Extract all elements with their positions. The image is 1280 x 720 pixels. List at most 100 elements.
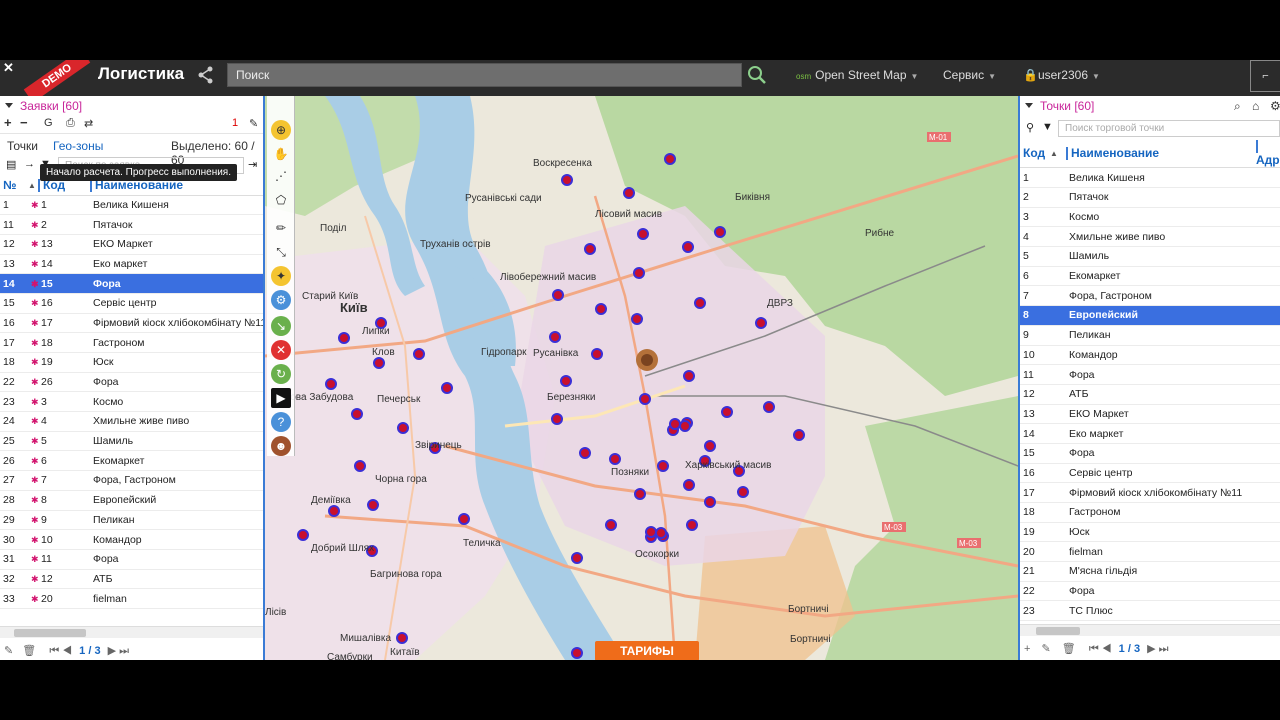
magic-wand-icon[interactable]: ✦	[271, 266, 291, 286]
delivery-point-marker[interactable]	[609, 453, 621, 465]
trash-icon[interactable]: 🗑	[1062, 643, 1076, 655]
delivery-point-marker[interactable]	[669, 418, 681, 430]
delivery-point-marker[interactable]	[694, 297, 706, 309]
table-row[interactable]: 32 ✱ 12 АТБ	[0, 569, 263, 590]
service-menu[interactable]: Сервис ▼	[943, 68, 996, 82]
table-row[interactable]: 33 ✱ 20 fielman	[0, 588, 263, 609]
table-row[interactable]: 26 ✱ 6 Екомаркет	[0, 450, 263, 472]
sort-icon[interactable]: ▲	[1050, 139, 1066, 169]
table-row[interactable]: 24 ✱ 4 Хмильне живе пиво	[0, 411, 263, 432]
points-hscrollbar[interactable]	[1020, 624, 1280, 636]
delivery-point-marker[interactable]	[367, 499, 379, 511]
table-row[interactable]: 23 ✱ 3 Космо	[0, 391, 263, 413]
delivery-point-marker[interactable]	[737, 486, 749, 498]
delivery-point-marker[interactable]	[704, 496, 716, 508]
delivery-point-marker[interactable]	[637, 228, 649, 240]
delivery-point-marker[interactable]	[631, 313, 643, 325]
col-address[interactable]: Адр	[1256, 139, 1280, 169]
delivery-point-marker[interactable]	[714, 226, 726, 238]
pin-icon[interactable]: ⚲	[1026, 121, 1034, 134]
delivery-point-marker[interactable]	[561, 174, 573, 186]
delivery-point-marker[interactable]	[396, 632, 408, 644]
table-row[interactable]: 15 Фора	[1020, 443, 1280, 464]
table-row[interactable]: 25 ✱ 5 Шамиль	[0, 431, 263, 452]
add-icon[interactable]: +	[1024, 643, 1030, 655]
geocode-button[interactable]: G	[44, 117, 53, 129]
edit-icon[interactable]: ✎	[4, 645, 13, 657]
settings-icon[interactable]: ⚙	[1270, 96, 1280, 116]
tariffs-button[interactable]: ТАРИФЫ	[595, 641, 699, 660]
table-row[interactable]: 17 Фірмовий кіоск хлібокомбінату №11	[1020, 482, 1280, 504]
table-row[interactable]: 1 Велика Кишеня	[1020, 167, 1280, 189]
delivery-point-marker[interactable]	[655, 527, 667, 539]
map-canvas[interactable]: Воскресенка Русанівські сади Лісовий масив…	[265, 96, 1018, 660]
close-icon[interactable]: ✕	[3, 60, 14, 76]
trash-icon[interactable]: 🗑	[22, 645, 36, 657]
delivery-point-marker[interactable]	[793, 429, 805, 441]
add-icon[interactable]: +	[4, 115, 12, 130]
table-row[interactable]: 22 ✱ 26 Фора	[0, 372, 263, 393]
delivery-point-marker[interactable]	[413, 348, 425, 360]
help-icon[interactable]: ?	[271, 412, 291, 432]
map-source-menu[interactable]: osm Open Street Map ▼	[796, 68, 918, 82]
delivery-point-marker[interactable]	[679, 420, 691, 432]
delivery-point-marker[interactable]	[591, 348, 603, 360]
filter-icon[interactable]: ▼	[1042, 121, 1053, 133]
delivery-point-marker[interactable]	[763, 401, 775, 413]
delivery-point-marker[interactable]	[397, 422, 409, 434]
next-page-icon[interactable]: ▶	[1147, 643, 1155, 655]
delivery-point-marker[interactable]	[441, 382, 453, 394]
swap-icon[interactable]: ⇄	[84, 117, 93, 130]
table-row[interactable]: 7 Фора, Гастроном	[1020, 285, 1280, 307]
table-row[interactable]: 18 Гастроном	[1020, 502, 1280, 523]
sort-icon[interactable]: ▲	[28, 176, 38, 196]
table-row[interactable]: 2 Пятачок	[1020, 187, 1280, 208]
table-row[interactable]: 29 ✱ 9 Пеликан	[0, 510, 263, 531]
table-row[interactable]: 14 ✱ 15 Фора	[0, 273, 263, 294]
delivery-point-marker[interactable]	[354, 460, 366, 472]
delivery-point-marker[interactable]	[683, 479, 695, 491]
chevron-down-icon[interactable]	[1025, 103, 1033, 108]
home-icon[interactable]: ⌂	[1252, 96, 1259, 116]
delivery-point-marker[interactable]	[571, 552, 583, 564]
table-row[interactable]: 15 ✱ 16 Сервіс центр	[0, 293, 263, 314]
delivery-point-marker[interactable]	[297, 529, 309, 541]
delivery-point-marker[interactable]	[458, 513, 470, 525]
user-menu[interactable]: 🔒user2306 ▼	[1023, 68, 1100, 82]
delivery-point-marker[interactable]	[664, 153, 676, 165]
delivery-point-marker[interactable]	[560, 375, 572, 387]
delivery-point-marker[interactable]	[634, 488, 646, 500]
prev-page-icon[interactable]: ◀	[62, 645, 72, 657]
table-row[interactable]: 1 ✱ 1 Велика Кишеня	[0, 195, 263, 216]
chevron-down-icon[interactable]	[5, 103, 13, 108]
pencil-icon[interactable]: ✏	[271, 218, 291, 238]
prev-page-icon[interactable]: ◀	[1102, 643, 1112, 655]
table-row[interactable]: 16 ✱ 17 Фірмовий кіоск хлібокомбінату №11	[0, 313, 263, 334]
delivery-point-marker[interactable]	[328, 505, 340, 517]
table-row[interactable]: 17 ✱ 18 Гастроном	[0, 332, 263, 353]
points-icon[interactable]: ⋰	[271, 166, 291, 186]
col-code[interactable]: Код	[1020, 139, 1050, 169]
optimize-icon[interactable]: ↘	[271, 316, 291, 336]
refresh-icon[interactable]: ↻	[271, 364, 291, 384]
table-row[interactable]: 10 Командор	[1020, 345, 1280, 366]
points-search-input[interactable]: Поиск торговой точки	[1058, 120, 1280, 137]
delivery-point-marker[interactable]	[682, 241, 694, 253]
arrow-right-icon[interactable]: →	[24, 158, 35, 170]
first-page-icon[interactable]: ⏮	[49, 645, 59, 657]
scroll-thumb[interactable]	[1036, 627, 1080, 635]
table-row[interactable]: 27 ✱ 7 Фора, Гастроном	[0, 470, 263, 491]
last-page-icon[interactable]: ⏭	[1159, 643, 1169, 655]
delivery-point-marker[interactable]	[325, 378, 337, 390]
delivery-point-marker[interactable]	[721, 406, 733, 418]
delivery-point-marker[interactable]	[552, 289, 564, 301]
measure-icon[interactable]: ⤡	[271, 242, 291, 262]
table-row[interactable]: 19 Юск	[1020, 522, 1280, 543]
tab-geozones[interactable]: Гео-зоны	[53, 139, 103, 153]
delivery-point-marker[interactable]	[645, 526, 657, 538]
share-icon[interactable]	[197, 65, 217, 85]
table-row[interactable]: 12 АТБ	[1020, 384, 1280, 405]
delivery-point-marker[interactable]	[657, 460, 669, 472]
table-row[interactable]: 21 М'ясна гільдія	[1020, 561, 1280, 582]
delivery-point-marker[interactable]	[755, 317, 767, 329]
